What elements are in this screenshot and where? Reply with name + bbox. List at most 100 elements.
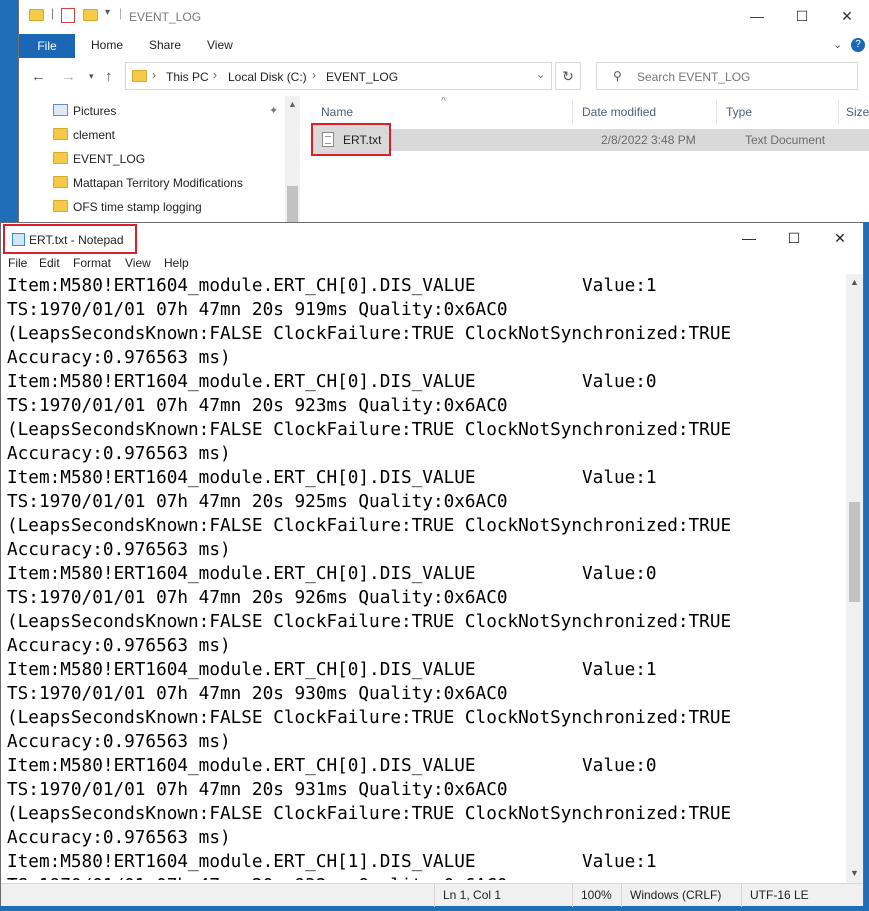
- file-name: ERT.txt: [343, 133, 382, 147]
- breadcrumb-local-disk[interactable]: Local Disk (C:): [228, 70, 307, 84]
- up-arrow-icon[interactable]: ↑: [105, 68, 113, 85]
- recent-dropdown-icon[interactable]: ▾: [89, 71, 94, 82]
- address-bar[interactable]: › This PC › Local Disk (C:) › EVENT_LOG …: [125, 62, 552, 90]
- refresh-icon[interactable]: ↻: [555, 62, 581, 90]
- tab-share[interactable]: Share: [149, 38, 181, 52]
- breadcrumb-event-log[interactable]: EVENT_LOG: [326, 70, 398, 84]
- menu-file[interactable]: File: [8, 256, 27, 270]
- notepad-title: ERT.txt - Notepad: [29, 233, 124, 247]
- separator: |: [51, 6, 55, 20]
- column-size[interactable]: Size: [846, 105, 869, 119]
- column-name[interactable]: Name: [321, 105, 353, 119]
- file-name-highlight[interactable]: ERT.txt: [311, 123, 391, 156]
- nav-scrollbar[interactable]: ▲: [285, 96, 300, 222]
- menu-help[interactable]: Help: [164, 256, 189, 270]
- text-line: Accuracy:0.976563 ms): [7, 732, 231, 752]
- text-line: TS:1970/01/01 07h 47mn 20s 919ms Quality…: [7, 300, 508, 320]
- pin-icon[interactable]: ✦: [269, 104, 278, 117]
- navigation-pane: Pictures ✦ clement EVENT_LOG Mattapan Te…: [19, 96, 301, 222]
- folder-icon: [53, 176, 68, 188]
- nav-item-label: clement: [73, 128, 116, 142]
- properties-icon[interactable]: [61, 8, 75, 23]
- breadcrumb-this-pc[interactable]: This PC: [166, 70, 209, 84]
- chevron-down-icon[interactable]: ⌄: [833, 38, 842, 51]
- close-button[interactable]: ✕: [830, 228, 850, 248]
- status-zoom: 100%: [572, 884, 621, 907]
- folder-icon: [53, 200, 68, 212]
- quick-access-dropdown-icon[interactable]: ▾: [105, 7, 110, 18]
- text-line: TS:1970/01/01 07h 47mn 20s 932ms Quality…: [7, 874, 845, 880]
- nav-item-clement[interactable]: clement: [53, 123, 293, 145]
- folder-icon: [132, 70, 147, 82]
- breadcrumb-separator: ›: [312, 68, 316, 82]
- file-row[interactable]: 2/8/2022 3:48 PM Text Document: [311, 129, 869, 151]
- folder-icon: [53, 128, 68, 140]
- menu-format[interactable]: Format: [73, 256, 111, 270]
- nav-item-ofs[interactable]: OFS time stamp logging: [53, 195, 293, 217]
- breadcrumb-separator: ›: [213, 68, 217, 82]
- back-arrow-icon[interactable]: ←: [31, 68, 46, 85]
- maximize-button[interactable]: ☐: [784, 228, 804, 248]
- notepad-scrollbar[interactable]: ▲ ▼: [846, 274, 863, 883]
- scroll-thumb[interactable]: [849, 502, 860, 602]
- text-file-icon: [322, 132, 334, 147]
- nav-item-event-log[interactable]: EVENT_LOG: [53, 147, 293, 169]
- text-line: (LeapsSecondsKnown:FALSE ClockFailure:TR…: [7, 324, 732, 344]
- sort-ascending-icon: ^: [441, 96, 446, 107]
- tab-view[interactable]: View: [207, 38, 233, 52]
- notepad-title-highlight: ERT.txt - Notepad: [3, 224, 137, 254]
- text-line: Accuracy:0.976563 ms): [7, 348, 231, 368]
- notepad-titlebar: ERT.txt - Notepad — ☐ ✕: [1, 223, 863, 254]
- notepad-menubar: File Edit Format View Help: [1, 254, 863, 272]
- text-line: Accuracy:0.976563 ms): [7, 828, 231, 848]
- search-input[interactable]: ⚲ Search EVENT_LOG: [596, 62, 858, 90]
- separator: |: [119, 6, 123, 20]
- search-placeholder: Search EVENT_LOG: [637, 70, 751, 84]
- text-line: (LeapsSecondsKnown:FALSE ClockFailure:TR…: [7, 612, 732, 632]
- tab-home[interactable]: Home: [91, 38, 123, 52]
- scroll-down-icon[interactable]: ▼: [850, 868, 859, 878]
- menu-view[interactable]: View: [125, 256, 151, 270]
- file-type: Text Document: [745, 133, 826, 147]
- menu-edit[interactable]: Edit: [39, 256, 60, 270]
- column-divider[interactable]: [572, 100, 573, 124]
- text-line: Accuracy:0.976563 ms): [7, 540, 231, 560]
- text-line: Item:M580!ERT1604_module.ERT_CH[0].DIS_V…: [7, 660, 657, 680]
- tab-file[interactable]: File: [19, 34, 75, 58]
- address-dropdown-icon[interactable]: ⌄: [536, 68, 545, 81]
- status-encoding: UTF-16 LE: [741, 884, 863, 907]
- text-line: Accuracy:0.976563 ms): [7, 444, 231, 464]
- file-list: ^ Name Date modified Type Size 2/8/2022 …: [311, 96, 869, 222]
- maximize-button[interactable]: ☐: [792, 6, 812, 26]
- text-line: Item:M580!ERT1604_module.ERT_CH[0].DIS_V…: [7, 468, 657, 488]
- column-date-modified[interactable]: Date modified: [582, 105, 656, 119]
- nav-item-pictures[interactable]: Pictures: [53, 99, 293, 121]
- column-type[interactable]: Type: [726, 105, 752, 119]
- text-line: Accuracy:0.976563 ms): [7, 636, 231, 656]
- minimize-button[interactable]: —: [747, 6, 767, 26]
- text-line: TS:1970/01/01 07h 47mn 20s 926ms Quality…: [7, 588, 508, 608]
- close-button[interactable]: ✕: [837, 6, 857, 26]
- help-icon[interactable]: ?: [851, 38, 865, 52]
- scroll-thumb[interactable]: [287, 186, 298, 222]
- text-line: Item:M580!ERT1604_module.ERT_CH[0].DIS_V…: [7, 564, 657, 584]
- folder-icon: [53, 152, 68, 164]
- minimize-button[interactable]: —: [739, 228, 759, 248]
- forward-arrow-icon[interactable]: →: [61, 68, 76, 85]
- breadcrumb-separator: ›: [152, 68, 156, 82]
- file-explorer-window: | ▾ | EVENT_LOG — ☐ ✕ File Home Share Vi…: [18, 0, 869, 222]
- scroll-up-icon[interactable]: ▲: [288, 99, 297, 109]
- nav-item-label: Pictures: [73, 104, 117, 118]
- text-line: (LeapsSecondsKnown:FALSE ClockFailure:TR…: [7, 804, 732, 824]
- ribbon-tabs: File Home Share View ⌄ ?: [19, 34, 869, 58]
- scroll-up-icon[interactable]: ▲: [850, 277, 859, 287]
- new-folder-icon[interactable]: [83, 9, 98, 21]
- pictures-icon: [53, 104, 68, 116]
- notepad-icon: [12, 233, 25, 246]
- text-line: Item:M580!ERT1604_module.ERT_CH[1].DIS_V…: [7, 852, 657, 872]
- column-divider[interactable]: [716, 100, 717, 124]
- nav-item-mattapan[interactable]: Mattapan Territory Modifications: [53, 171, 293, 193]
- text-line: Item:M580!ERT1604_module.ERT_CH[0].DIS_V…: [7, 276, 657, 296]
- column-divider[interactable]: [838, 100, 839, 124]
- notepad-text-area[interactable]: Item:M580!ERT1604_module.ERT_CH[0].DIS_V…: [7, 274, 845, 880]
